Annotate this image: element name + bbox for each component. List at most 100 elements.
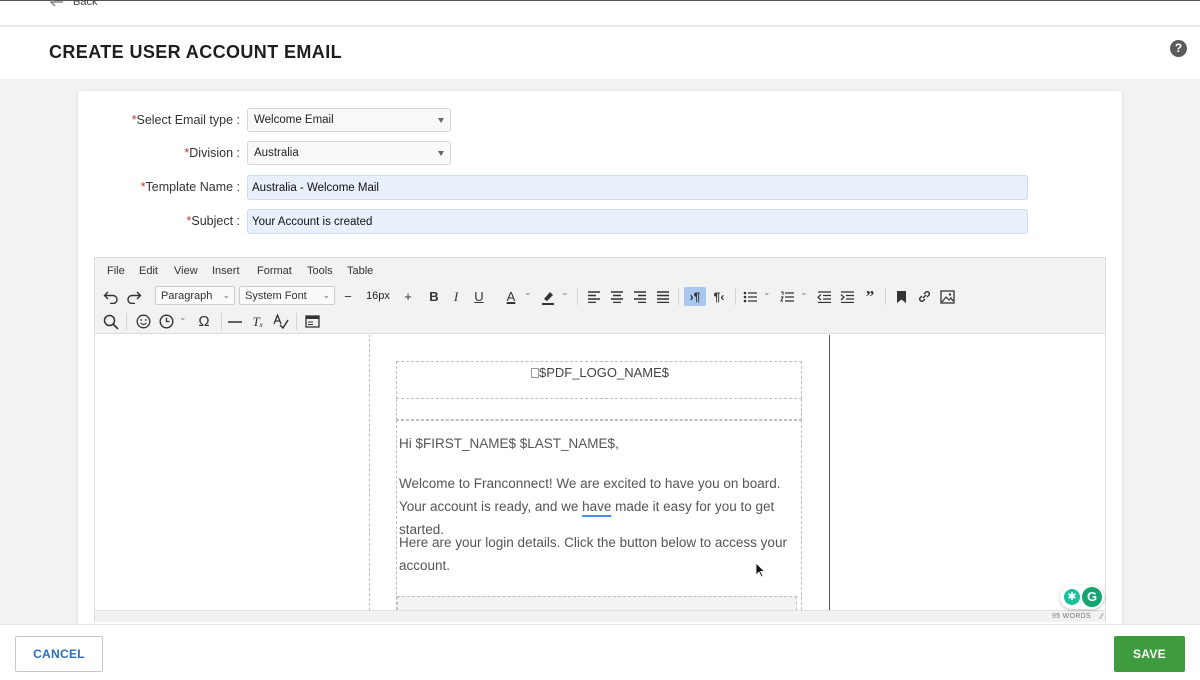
font-family-select[interactable]: System Font ⌄ [239,286,335,305]
cancel-button[interactable]: CANCEL [15,636,103,672]
footer-bar: CANCEL SAVE [0,624,1200,680]
numbered-list-icon[interactable] [778,287,796,306]
logo-image-alt: $PDF_LOGO_NAME$ [397,365,803,380]
access-button-block [397,596,797,610]
block-format-value: Paragraph [161,290,213,302]
division-label: *Division : [184,146,240,160]
outdent-icon[interactable] [815,287,833,306]
editor-menubar: File Edit View Insert Format Tools Table [95,258,1105,284]
chevron-down-icon[interactable]: ⌄ [561,287,569,298]
toolbar-separator [577,288,578,305]
spellcheck-icon[interactable] [272,312,290,331]
justify-icon[interactable] [654,287,672,306]
horizontal-rule-icon[interactable] [226,312,244,331]
template-name-row: *Template Name : Australia - Welcome Mai… [78,175,1122,201]
email-type-row: *Select Email type : Welcome Email [78,108,1122,134]
omega-icon[interactable]: Ω [194,312,214,331]
word-count: 95 WORDS [1052,613,1091,620]
grammar-flagged-word[interactable]: have [582,499,611,514]
search-icon[interactable] [101,312,121,331]
toolbar-separator [735,288,736,305]
toolbar-separator [296,313,297,330]
align-center-icon[interactable] [608,287,626,306]
division-value: Australia [254,147,299,159]
chevron-down-icon[interactable]: ⌄ [179,312,187,323]
subject-row: *Subject : Your Account is created [78,209,1122,235]
highlight-icon[interactable] [539,287,557,306]
toolbar-separator [885,288,886,305]
template-name-label: *Template Name : [140,180,240,194]
toolbar-separator [221,313,222,330]
font-size-input[interactable]: 16px [361,287,395,306]
spacer-block [396,399,802,420]
text-color-icon[interactable]: A [502,287,520,306]
menu-view[interactable]: View [174,265,198,277]
caret-down-icon [438,118,444,123]
rtl-icon[interactable]: ¶‹ [709,287,729,306]
indent-icon[interactable] [838,287,856,306]
back-link[interactable]: Back [50,0,97,8]
editor-statusbar: 95 WORDS ∕∕ [95,610,1105,622]
underline-icon[interactable]: U [471,287,487,306]
division-row: *Division : Australia [78,141,1122,167]
undo-icon[interactable] [101,287,121,306]
font-family-value: System Font [245,290,307,302]
email-body-block: Hi $FIRST_NAME$ $LAST_NAME$, Welcome to … [396,420,802,610]
emoji-icon[interactable] [133,312,153,331]
subject-label: *Subject : [186,214,240,228]
chevron-down-icon[interactable]: ⌄ [524,287,532,298]
mouse-pointer-icon [755,562,766,583]
link-icon[interactable] [915,287,933,306]
grammarly-icon[interactable]: G [1082,587,1102,607]
help-icon[interactable]: ? [1170,40,1187,57]
form-card: *Select Email type : Welcome Email *Divi… [78,91,1122,631]
back-label: Back [73,0,98,8]
grammarly-widget[interactable]: ✱ G [1060,585,1104,609]
align-left-icon[interactable] [585,287,603,306]
lightbulb-icon[interactable]: ✱ [1064,589,1080,605]
menu-format[interactable]: Format [257,265,292,277]
login-details-paragraph: Here are your login details. Click the b… [399,535,787,573]
clock-icon[interactable] [156,312,176,331]
increase-font-size-icon[interactable]: + [401,287,415,306]
template-name-input[interactable]: Australia - Welcome Mail [247,175,1028,200]
toolbar-separator [126,313,127,330]
redo-icon[interactable] [124,287,144,306]
email-type-select[interactable]: Welcome Email [247,108,451,132]
bold-icon[interactable]: B [426,287,442,306]
greeting-text: Hi $FIRST_NAME$ $LAST_NAME$, [399,436,619,451]
menu-edit[interactable]: Edit [139,265,158,277]
email-type-value: Welcome Email [254,114,334,126]
blockquote-icon[interactable]: ” [861,287,879,306]
menu-tools[interactable]: Tools [307,265,333,277]
subject-input[interactable]: Your Account is created [247,209,1028,234]
clear-format-icon[interactable]: Tₓ [249,312,267,331]
decrease-font-size-icon[interactable]: − [341,287,355,306]
title-bar: CREATE USER ACCOUNT EMAIL ? [0,27,1200,79]
editor-document-area[interactable]: $PDF_LOGO_NAME$ Hi $FIRST_NAME$ $LAST_NA… [95,335,1105,610]
menu-insert[interactable]: Insert [212,265,240,277]
caret-down-icon [438,151,444,156]
chevron-down-icon[interactable]: ⌄ [763,287,771,298]
chevron-down-icon[interactable]: ⌄ [800,287,808,298]
editor-toolbar-row-2: ⌄ Ω Tₓ [95,309,1105,334]
align-right-icon[interactable] [631,287,649,306]
template-icon[interactable] [303,312,321,331]
back-arrow-icon [50,0,64,7]
top-bar: Back [0,0,1200,26]
resize-handle-icon[interactable]: ∕∕ [1100,612,1103,621]
email-type-label: *Select Email type : [131,113,240,127]
editor-toolbar-row-1: Paragraph ⌄ System Font ⌄ − 16px + B I U… [95,284,1105,309]
bookmark-icon[interactable] [892,287,910,306]
page-title: CREATE USER ACCOUNT EMAIL [49,42,342,62]
menu-table[interactable]: Table [347,265,373,277]
ltr-icon[interactable]: ›¶ [684,287,706,306]
block-format-select[interactable]: Paragraph ⌄ [155,286,235,305]
menu-file[interactable]: File [107,265,125,277]
division-select[interactable]: Australia [247,141,451,165]
bullet-list-icon[interactable] [741,287,759,306]
italic-icon[interactable]: I [449,287,463,306]
save-button[interactable]: SAVE [1114,636,1185,672]
image-icon[interactable] [938,287,956,306]
toolbar-separator [678,288,679,305]
